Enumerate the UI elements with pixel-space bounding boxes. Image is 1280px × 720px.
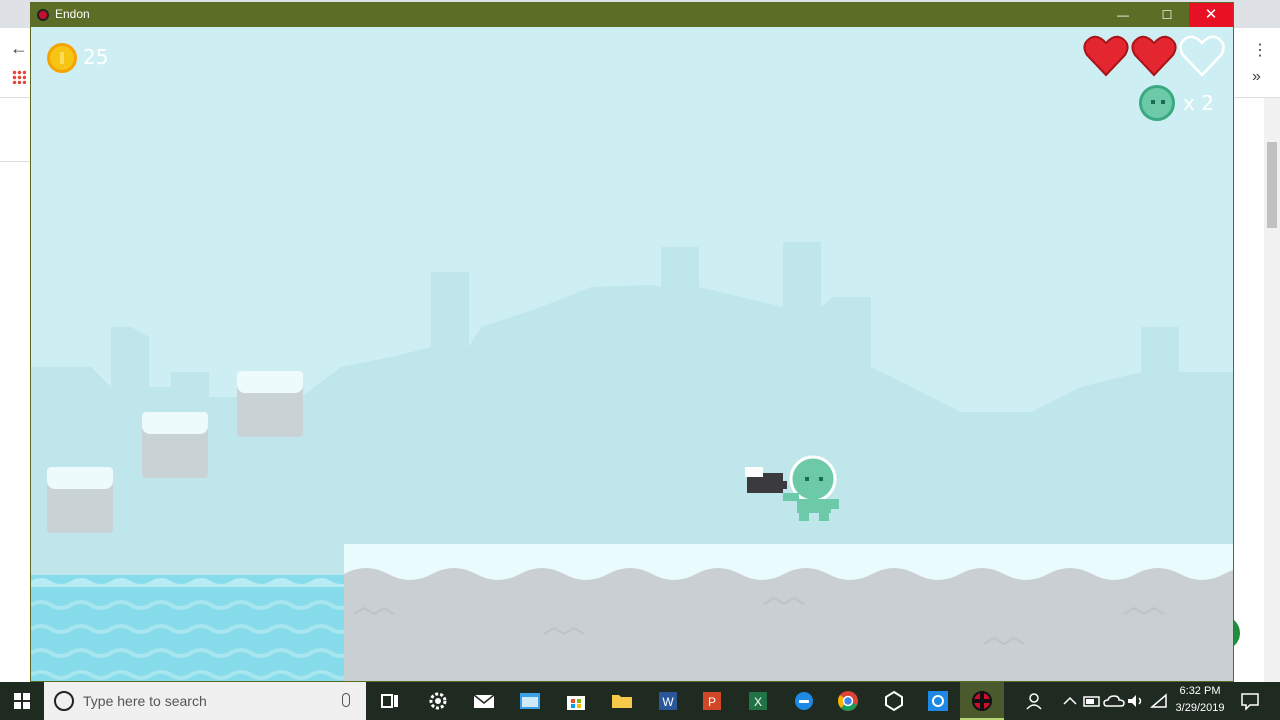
lives-count: x 2 <box>1183 91 1214 115</box>
cortana-icon <box>54 691 74 711</box>
floating-platform <box>142 412 208 478</box>
unity-icon[interactable] <box>882 689 906 713</box>
microphone-icon[interactable] <box>342 693 350 707</box>
people-icon[interactable] <box>1024 689 1048 713</box>
mail-icon[interactable] <box>472 689 496 713</box>
window-title: Endon <box>55 7 90 21</box>
minimize-button[interactable]: — <box>1101 3 1145 27</box>
store-icon[interactable] <box>564 689 588 713</box>
coin-icon <box>47 43 77 73</box>
windows-start-icon[interactable] <box>0 682 44 720</box>
volume-icon[interactable] <box>1124 689 1148 713</box>
windows-taskbar: Type here to search W P X 6:32 PM 3/29/2… <box>0 682 1280 720</box>
window-titlebar[interactable]: Endon — ☐ ✕ <box>31 3 1233 27</box>
notifications-icon[interactable] <box>1238 689 1262 713</box>
snowy-ground <box>344 544 1233 681</box>
heart-empty-icon <box>1179 35 1225 77</box>
maximize-button[interactable]: ☐ <box>1145 3 1189 27</box>
floating-platform <box>47 467 113 533</box>
svg-text:X: X <box>754 695 762 709</box>
coin-count: 25 <box>83 45 109 69</box>
chrome-icon[interactable] <box>836 689 860 713</box>
battery-icon[interactable] <box>1080 689 1104 713</box>
edge-icon[interactable] <box>792 689 816 713</box>
floating-platform <box>237 371 303 437</box>
word-icon[interactable]: W <box>656 689 680 713</box>
chevron-up-icon[interactable] <box>1058 689 1082 713</box>
search-placeholder: Type here to search <box>83 693 207 709</box>
player-character <box>745 455 839 521</box>
platform-snow-cap <box>237 371 303 393</box>
onedrive-icon[interactable] <box>1102 689 1126 713</box>
clock-time[interactable]: 6:32 PM <box>1168 685 1232 697</box>
svg-text:P: P <box>708 695 716 709</box>
settings-app-icon[interactable] <box>926 689 950 713</box>
powerpoint-icon[interactable]: P <box>700 689 724 713</box>
excel-icon[interactable]: X <box>746 689 770 713</box>
player-lives-icon <box>1139 85 1175 121</box>
calendar-app-icon[interactable] <box>518 689 542 713</box>
browser-scrollbar-thumb[interactable] <box>1267 142 1277 228</box>
clock-date[interactable]: 3/29/2019 <box>1168 702 1232 714</box>
more-menu-icon[interactable]: ⋮ <box>1252 40 1268 60</box>
file-explorer-icon[interactable] <box>610 689 634 713</box>
water-hazard <box>31 575 353 681</box>
task-view-icon[interactable] <box>378 689 402 713</box>
lives-icon-eye <box>1151 100 1155 104</box>
lives-icon-eye <box>1161 100 1165 104</box>
apps-grid-icon[interactable] <box>12 70 26 84</box>
endon-app-icon <box>972 691 992 711</box>
taskbar-search-box[interactable]: Type here to search <box>44 682 366 720</box>
taskbar-endon-app[interactable] <box>960 682 1004 720</box>
platform-snow-cap <box>47 467 113 489</box>
platform-snow-cap <box>142 412 208 434</box>
bookmarks-overflow-icon[interactable]: » <box>1252 68 1261 86</box>
close-button[interactable]: ✕ <box>1189 3 1233 27</box>
browser-page-header <box>0 98 30 162</box>
heart-full-icon <box>1131 35 1177 77</box>
settings-gear-icon[interactable] <box>426 689 450 713</box>
game-window: Endon — ☐ ✕ 25 x 2 <box>30 2 1234 682</box>
browser-toolbar-right <box>1234 28 1280 98</box>
ground-texture <box>344 544 1233 646</box>
heart-full-icon <box>1083 35 1129 77</box>
back-arrow-icon[interactable]: ← <box>10 38 28 59</box>
app-icon <box>37 9 49 21</box>
game-canvas[interactable]: 25 x 2 <box>31 27 1233 681</box>
water-waves <box>31 578 353 680</box>
svg-text:W: W <box>662 695 674 709</box>
